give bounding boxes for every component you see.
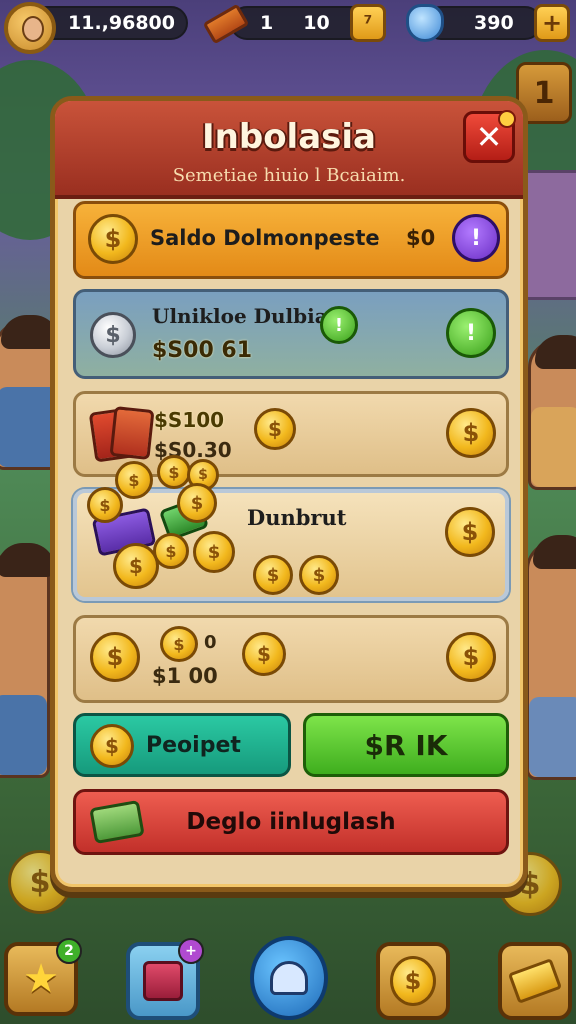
- helmet-icon: [270, 961, 308, 995]
- exclamation-icon: !: [334, 314, 344, 336]
- unlock-balance-amount: $S00 61: [152, 338, 253, 363]
- villager-character: [526, 535, 576, 780]
- saldo-value: $0: [406, 226, 436, 250]
- withdraw-button[interactable]: Deglo iinluglash: [73, 789, 509, 855]
- deposit-button[interactable]: $ Peoipet: [73, 713, 291, 777]
- silver-coin-icon: $: [90, 312, 136, 358]
- saldo-row[interactable]: $ Saldo Dolmonpeste $0 !: [73, 201, 509, 279]
- gems-add-button[interactable]: +: [534, 4, 570, 42]
- bank-dialog: Inbolasia Semetiae hiuio l Bcaiaim. ✕ $ …: [50, 96, 528, 892]
- shop-badge: +: [178, 938, 204, 964]
- gold-coin-icon: $: [299, 555, 339, 595]
- coin-bundle-row[interactable]: $ $ 0 $1 00 $ $: [73, 615, 509, 703]
- nav-gold-button[interactable]: [498, 942, 572, 1020]
- confirm-amount-button[interactable]: $R IK: [303, 713, 509, 777]
- pile-coin: $: [193, 531, 235, 573]
- tickets-max: 10: [303, 12, 330, 34]
- gems-value: 390: [474, 12, 514, 34]
- gold-coin-icon: $: [390, 956, 436, 1006]
- confirm-amount-label: $R IK: [364, 728, 448, 762]
- dialog-header: Inbolasia Semetiae hiuio l Bcaiaim. ✕: [55, 101, 523, 199]
- nav-coins-button[interactable]: $: [376, 942, 450, 1020]
- top-resource-bar: 11.,96800 1 10 ⁷ 390 +: [0, 0, 576, 54]
- withdraw-button-label: Deglo iinluglash: [186, 809, 396, 835]
- deposit-button-label: Peoipet: [146, 732, 241, 758]
- close-button[interactable]: ✕: [463, 110, 516, 163]
- coins-value: 11.,96800: [68, 12, 175, 34]
- close-icon: ✕: [475, 118, 503, 156]
- gold-coin-icon: $: [88, 214, 138, 264]
- saldo-label: Saldo Dolmonpeste: [150, 226, 380, 250]
- pile-coin: $: [177, 483, 217, 523]
- tickets-count: 1: [260, 12, 274, 34]
- dialog-subtitle: Semetiae hiuio l Bcaiaim.: [172, 165, 406, 186]
- gold-coin-icon: $: [242, 632, 286, 676]
- exclamation-icon: !: [470, 225, 482, 251]
- gold-coin-icon: $: [90, 632, 140, 682]
- gold-coin-button[interactable]: $: [445, 507, 495, 557]
- unlock-balance-title: Ulnikloe Dulbiat: [152, 304, 337, 328]
- unlock-balance-row[interactable]: $ Ulnikloe Dulbiat $S00 61 ! !: [73, 289, 509, 379]
- building-decoration: [520, 170, 576, 300]
- coin-bundle-amount: $1 00: [152, 664, 218, 688]
- nav-shop-button[interactable]: +: [126, 938, 204, 1020]
- player-avatar[interactable]: [4, 2, 56, 54]
- pile-coin: $: [153, 533, 189, 569]
- gold-coin-button[interactable]: $: [446, 632, 496, 682]
- gold-coin-icon: $: [160, 626, 198, 662]
- villager-character: [0, 543, 55, 778]
- pile-coin: $: [87, 487, 123, 523]
- bottom-navigation: ★ 2 + $: [0, 936, 576, 1024]
- saldo-info-button[interactable]: !: [452, 214, 500, 262]
- exclamation-icon: !: [465, 320, 477, 346]
- villager-character: [528, 335, 576, 490]
- gold-bar-icon: [507, 958, 563, 1004]
- nav-favorites-button[interactable]: ★ 2: [4, 938, 82, 1016]
- coin-bundle-zero: 0: [204, 632, 217, 653]
- gold-coin-icon: $: [90, 724, 134, 768]
- cash-icon: [89, 799, 145, 845]
- nav-home-button[interactable]: [250, 936, 328, 1020]
- green-info-badge: !: [320, 306, 358, 344]
- star-icon: ★: [23, 956, 59, 1002]
- card-reward-amount-1: $S100: [154, 408, 225, 432]
- gold-coin-icon: $: [254, 408, 296, 450]
- gold-coin-button[interactable]: $: [446, 408, 496, 458]
- tickets-add-button[interactable]: ⁷: [350, 4, 386, 42]
- gem-icon: [406, 4, 444, 42]
- pile-coin: $: [115, 461, 153, 499]
- pile-coin: $: [157, 455, 191, 489]
- ticket-shop-icon: ⁷: [363, 11, 373, 35]
- favorites-badge: 2: [56, 938, 82, 964]
- unlock-balance-button[interactable]: !: [446, 308, 496, 358]
- coin-pile-illustration: $ $ $ $ $ $ $ $: [83, 451, 263, 601]
- dialog-title: Inbolasia: [202, 117, 376, 157]
- shop-icon: [143, 961, 183, 1001]
